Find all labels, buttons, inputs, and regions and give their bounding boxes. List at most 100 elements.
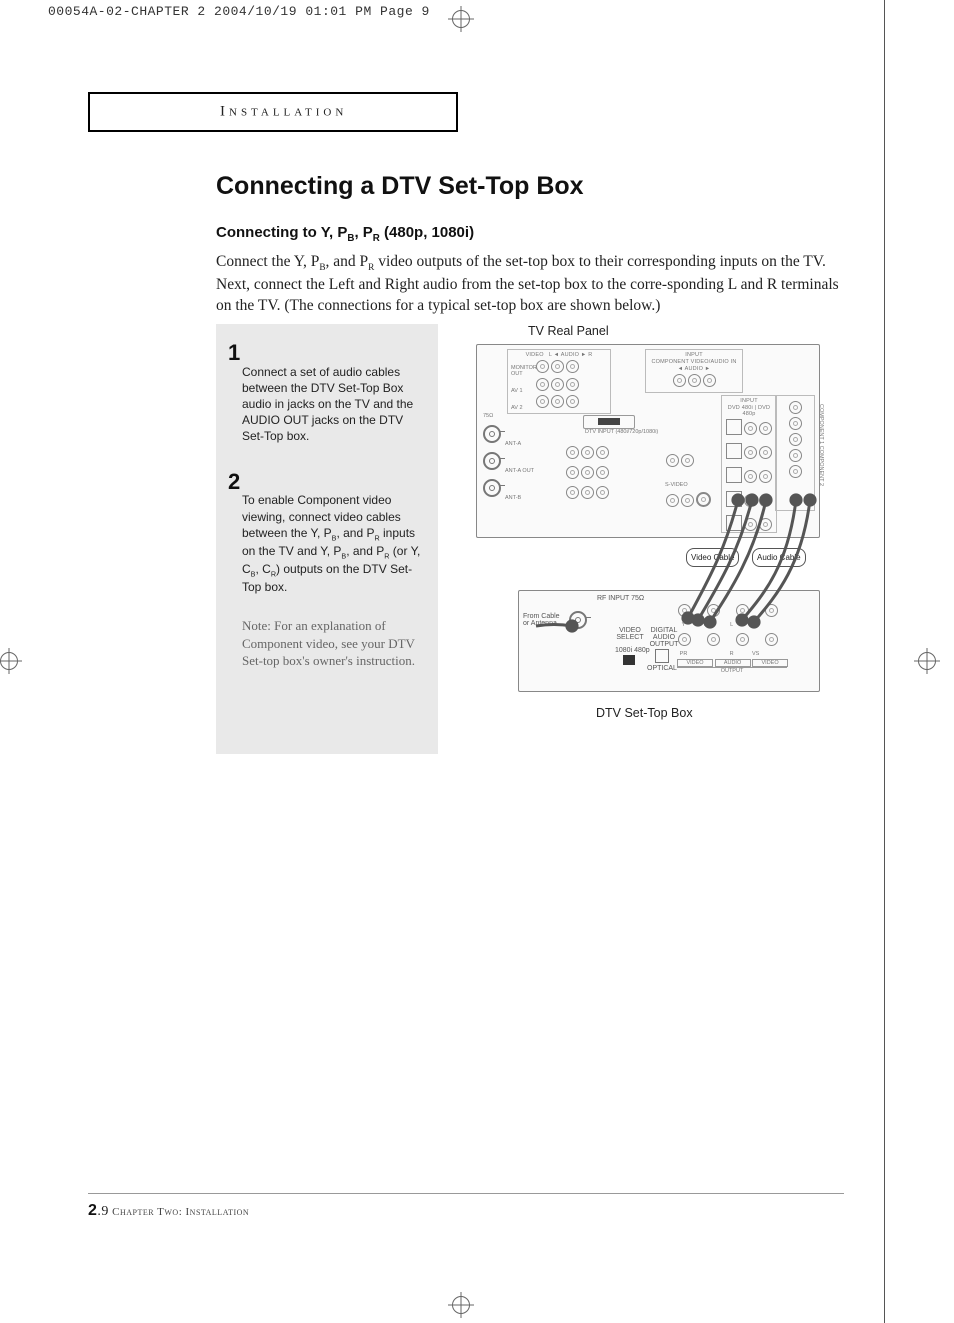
intro-paragraph: Connect the Y, PB, and PR video outputs … bbox=[216, 252, 856, 316]
switch-icon bbox=[623, 655, 635, 665]
label: VIDEO SELECT bbox=[615, 627, 645, 641]
label: COMPONENT 1 COMPONENT 2 bbox=[818, 404, 824, 486]
label: ANT-B bbox=[505, 495, 521, 501]
tv-right-component-strip: INPUT DVD 480i | DVD 480p bbox=[721, 395, 777, 533]
dvi-port-icon bbox=[583, 415, 635, 429]
jack-icon bbox=[551, 360, 564, 373]
jack-icon bbox=[707, 604, 720, 617]
jack-icon bbox=[566, 360, 579, 373]
label: 1080i 480p bbox=[615, 647, 650, 654]
step-text: , and P bbox=[346, 544, 384, 558]
footer-page-number: 9 bbox=[101, 1204, 109, 1219]
subhead-sub: R bbox=[373, 233, 380, 244]
jack-icon bbox=[789, 449, 802, 462]
label: Y bbox=[677, 622, 690, 628]
jack-icon bbox=[566, 378, 579, 391]
jack-icon bbox=[678, 604, 691, 617]
jack-icon bbox=[707, 633, 720, 646]
coax-icon bbox=[483, 452, 501, 470]
jack-icon bbox=[789, 401, 802, 414]
tv-dtv-jack-grid bbox=[565, 445, 610, 505]
jack-icon bbox=[726, 467, 742, 483]
steps-sidebar: 1 Connect a set of audio cables between … bbox=[216, 324, 438, 754]
label: DTV INPUT (480i/720p/1080i) bbox=[585, 429, 658, 435]
step-text: , C bbox=[255, 562, 270, 576]
tv-av-block: VIDEO L ◄ AUDIO ► R MONITOR OUT AV 1 AV … bbox=[507, 349, 611, 414]
jack-icon bbox=[736, 604, 749, 617]
jack-icon bbox=[551, 395, 564, 408]
label: AV 1 bbox=[511, 388, 533, 394]
label: R bbox=[725, 651, 738, 657]
intro-text: Connect the Y, P bbox=[216, 253, 319, 270]
subhead-text: Connecting to Y, P bbox=[216, 224, 347, 241]
jack-icon bbox=[596, 486, 609, 499]
svideo-icon bbox=[696, 492, 711, 507]
jack-icon bbox=[759, 446, 772, 459]
label: From Cable or Antenna bbox=[523, 613, 565, 627]
footer-chapter-number: 2 bbox=[88, 1202, 97, 1219]
label: OUTPUT bbox=[677, 667, 787, 674]
jack-icon bbox=[726, 515, 742, 531]
jack-icon bbox=[688, 374, 701, 387]
jack-icon bbox=[726, 491, 742, 507]
jack-icon bbox=[789, 465, 802, 478]
jack-icon bbox=[759, 518, 772, 531]
label: AV 2 bbox=[511, 405, 533, 411]
jack-icon bbox=[596, 466, 609, 479]
subhead-text: (480p, 1080i) bbox=[380, 224, 474, 241]
slug-line: 00054A-02-CHAPTER 2 2004/10/19 01:01 PM … bbox=[48, 4, 430, 19]
label: L ◄ AUDIO ► R bbox=[549, 352, 593, 358]
jack-icon bbox=[566, 395, 579, 408]
label: ANT-A bbox=[505, 441, 521, 447]
tv-svideo-block: S-VIDEO bbox=[665, 453, 712, 513]
jack-icon bbox=[744, 494, 757, 507]
label: PB bbox=[701, 622, 714, 628]
page: 00054A-02-CHAPTER 2 2004/10/19 01:01 PM … bbox=[0, 0, 954, 1323]
jack-icon bbox=[789, 417, 802, 430]
label: ◄ AUDIO ► bbox=[649, 366, 739, 372]
jack-icon bbox=[703, 374, 716, 387]
jack-icon bbox=[581, 466, 594, 479]
step-2-body: To enable Component video viewing, conne… bbox=[242, 492, 426, 595]
video-cable-tag: Video Cable bbox=[686, 548, 739, 567]
audio-cable-tag: Audio Cable bbox=[752, 548, 806, 567]
jack-icon bbox=[666, 494, 679, 507]
section-subheading: Connecting to Y, PB, PR (480p, 1080i) bbox=[216, 224, 474, 244]
register-mark-top bbox=[452, 10, 470, 28]
subhead-text: , P bbox=[354, 224, 372, 241]
jack-icon bbox=[551, 378, 564, 391]
label: INPUT bbox=[725, 398, 773, 404]
footer-rule bbox=[88, 1193, 844, 1194]
intro-text: video outputs of the set-top box to thei… bbox=[374, 253, 757, 270]
label: OPTICAL bbox=[647, 665, 677, 672]
coax-icon bbox=[483, 479, 501, 497]
footer-text: Chapter Two: Installation bbox=[109, 1206, 249, 1218]
label: INPUT bbox=[649, 352, 739, 358]
jack-icon bbox=[681, 494, 694, 507]
jack-icon bbox=[744, 446, 757, 459]
jack-icon bbox=[736, 633, 749, 646]
label: VIDEO bbox=[752, 659, 788, 667]
step-note: Note: For an explanation of Component vi… bbox=[242, 617, 426, 670]
intro-text: , and P bbox=[326, 253, 369, 270]
jack-icon bbox=[566, 466, 579, 479]
label: VIDEO bbox=[677, 659, 713, 667]
coax-icon bbox=[569, 611, 587, 629]
label: MONITOR OUT bbox=[511, 365, 533, 377]
register-mark-left bbox=[0, 652, 18, 670]
jack-icon bbox=[536, 395, 549, 408]
label: S-VIDEO bbox=[665, 482, 688, 488]
page-footer: 2.9 Chapter Two: Installation bbox=[88, 1202, 249, 1220]
jack-icon bbox=[744, 422, 757, 435]
connection-figure: TV Real Panel VIDEO L ◄ AUDIO ► R MONITO… bbox=[466, 324, 856, 720]
step-text: , and P bbox=[336, 526, 374, 540]
label: ANT-A OUT bbox=[505, 468, 534, 474]
label: RF INPUT 75Ω bbox=[597, 595, 644, 602]
crop-vline bbox=[884, 0, 885, 1323]
jack-icon bbox=[666, 454, 679, 467]
figure-label-stb: DTV Set-Top Box bbox=[596, 706, 856, 720]
register-mark-bottom bbox=[452, 1296, 470, 1314]
tv-rear-panel: VIDEO L ◄ AUDIO ► R MONITOR OUT AV 1 AV … bbox=[476, 344, 820, 538]
label: VS bbox=[749, 651, 762, 657]
stb-output-row: Y PB L S PR bbox=[677, 603, 788, 674]
